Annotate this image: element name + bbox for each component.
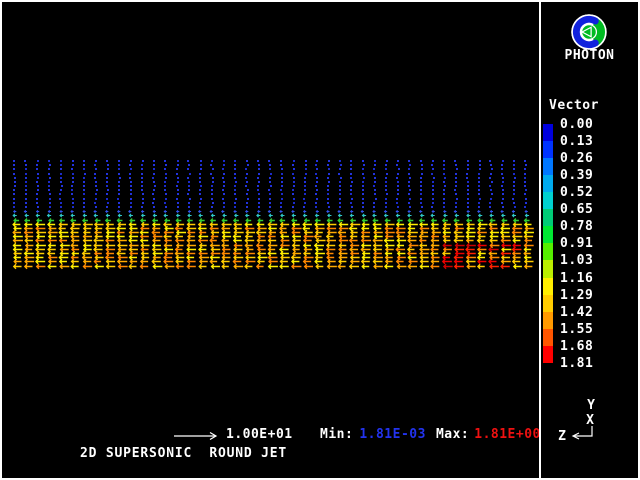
legend-value: 0.78: [560, 219, 593, 234]
legend-value: 1.16: [560, 271, 593, 286]
legend-swatch: [543, 243, 553, 261]
legend-value: 0.13: [560, 134, 593, 149]
minmax-readout: Min: 1.81E-03 Max: 1.81E+00: [320, 427, 541, 442]
legend-swatch: [543, 260, 553, 278]
photon-logo-icon: [570, 13, 608, 51]
min-label: Min:: [320, 427, 353, 442]
plot-title: 2D SUPERSONIC ROUND JET: [80, 446, 287, 461]
legend-swatch: [543, 295, 553, 313]
legend-value: 1.03: [560, 253, 593, 268]
legend-value: 0.91: [560, 236, 593, 251]
legend-swatch: [543, 158, 553, 176]
legend-value: 1.55: [560, 322, 593, 337]
axis-x-label: X: [586, 413, 594, 428]
legend-swatch: [543, 312, 553, 330]
legend-swatch: [543, 278, 553, 296]
legend-swatch: [543, 175, 553, 193]
side-panel: PHOTON Vector 0.00 0.13 0.26 0.39 0.52 0.65 0.…: [541, 2, 638, 478]
min-value: 1.81E-03: [359, 427, 426, 442]
legend-swatch: [543, 209, 553, 227]
legend-value: 1.81: [560, 356, 593, 371]
legend-value: 1.29: [560, 288, 593, 303]
legend-swatch: [543, 124, 553, 142]
scale-arrow-icon: [170, 430, 220, 442]
legend-value: 0.26: [560, 151, 593, 166]
max-label: Max:: [436, 427, 469, 442]
legend-value: 0.52: [560, 185, 593, 200]
scale-value-label: 1.00E+01: [226, 427, 293, 442]
legend-swatch: [543, 346, 553, 364]
axis-y-label: Y: [587, 398, 595, 413]
legend-value: 0.65: [560, 202, 593, 217]
legend-value: 0.39: [560, 168, 593, 183]
vector-field-plot: [2, 2, 539, 478]
legend-value: 1.42: [560, 305, 593, 320]
axis-triad-icon: Y X Z: [550, 392, 620, 452]
axis-z-label: Z: [558, 429, 566, 444]
legend-title: Vector: [549, 98, 599, 113]
legend-value: 0.00: [560, 117, 593, 132]
photon-window: 1.00E+01 Min: 1.81E-03 Max: 1.81E+00 2D …: [0, 0, 640, 480]
legend-value: 1.68: [560, 339, 593, 354]
legend-swatch: [543, 141, 553, 159]
legend-swatch: [543, 192, 553, 210]
legend-swatch: [543, 226, 553, 244]
legend-swatch: [543, 329, 553, 347]
brand-label: PHOTON: [541, 48, 638, 63]
max-value: 1.81E+00: [474, 427, 541, 442]
